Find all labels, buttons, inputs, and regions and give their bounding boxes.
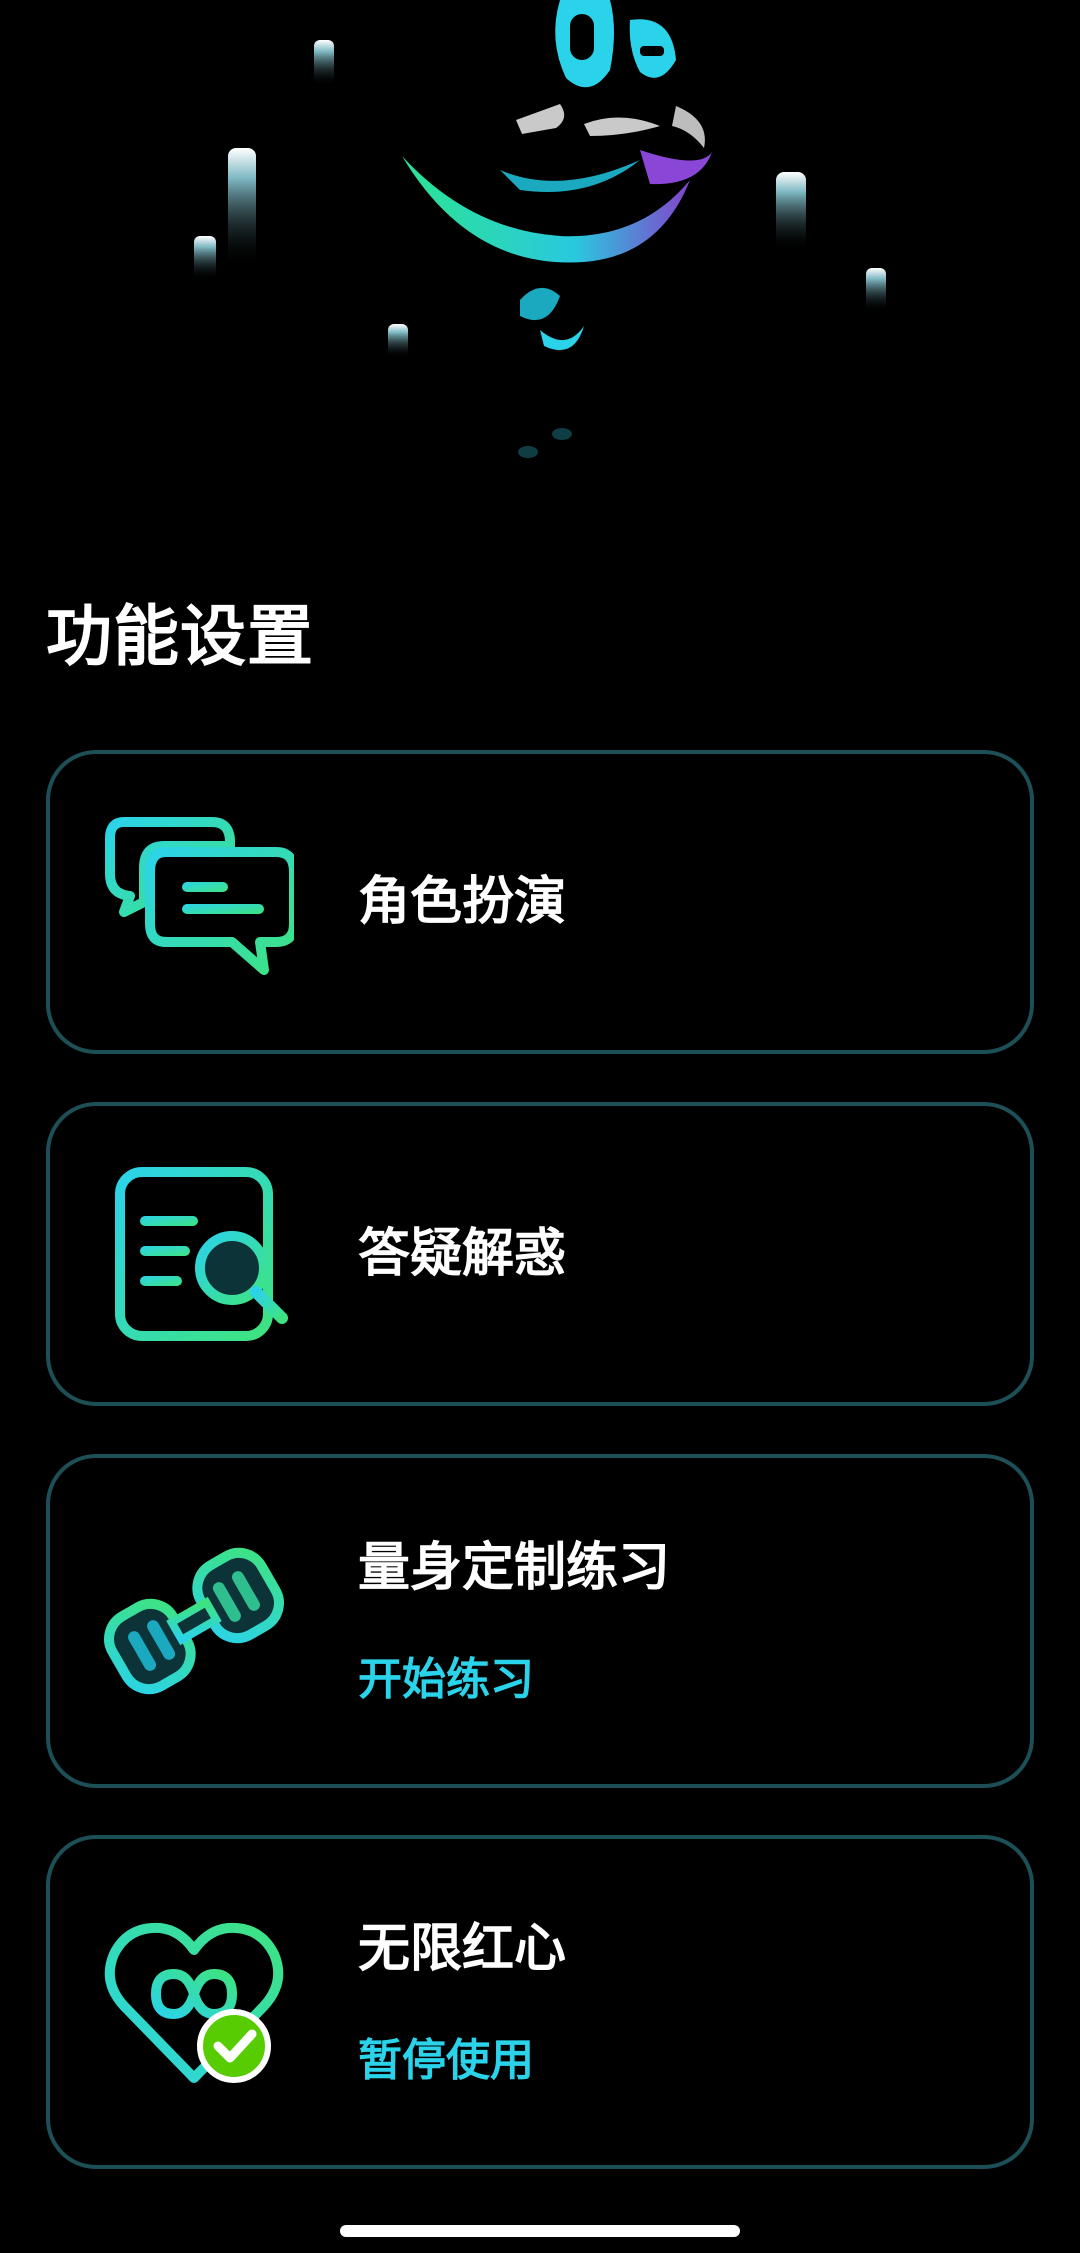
- card-title: 量身定制练习: [358, 1538, 671, 1598]
- card-title: 角色扮演: [358, 872, 567, 932]
- practice-card[interactable]: 量身定制练习 开始练习: [46, 1454, 1034, 1788]
- infinity-heart-icon: [94, 1902, 294, 2102]
- dumbbell-icon: [94, 1521, 294, 1721]
- pause-use-link[interactable]: 暂停使用: [358, 2031, 566, 2091]
- qa-card[interactable]: 答疑解惑: [46, 1102, 1034, 1406]
- section-title: 功能设置: [46, 598, 314, 675]
- card-title: 无限红心: [358, 1919, 567, 1979]
- hero-illustration: [0, 0, 1080, 520]
- unlimited-hearts-card[interactable]: 无限红心 暂停使用: [46, 1835, 1034, 2169]
- roleplay-card[interactable]: 角色扮演: [46, 750, 1034, 1054]
- document-search-icon: [94, 1154, 294, 1354]
- home-indicator[interactable]: [340, 2225, 740, 2237]
- chat-bubbles-icon: [94, 802, 299, 1002]
- card-title: 答疑解惑: [358, 1224, 567, 1284]
- start-practice-link[interactable]: 开始练习: [358, 1650, 670, 1710]
